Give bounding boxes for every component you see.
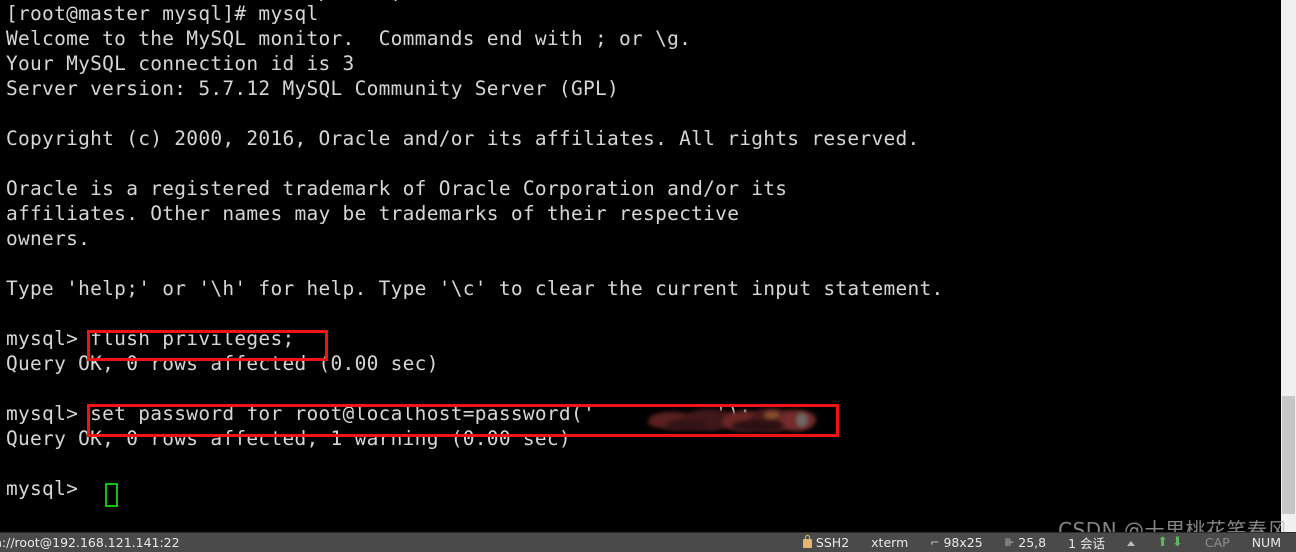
status-num-cell: NUM — [1241, 533, 1292, 552]
terminal-line-query-ok-2: Query OK, 0 rows affected, 1 warning (0.… — [6, 427, 571, 450]
terminal-line-flush-privileges: mysql> flush privileges; — [6, 327, 295, 350]
terminal-line-set-password: mysql> set password for root@localhost=p… — [6, 402, 752, 425]
upload-arrow-icon: ⬆ — [1157, 535, 1168, 550]
resize-icon: ⌐ — [930, 536, 940, 549]
cursor-position-icon: ⊪ — [1004, 536, 1015, 549]
terminal-scrollbar[interactable] — [1281, 0, 1296, 533]
status-bar: h://root@192.168.121.141:22 SSH2 xterm ⌐… — [0, 532, 1296, 552]
status-terminal-type-cell[interactable]: xterm — [860, 533, 919, 552]
scrollbar-thumb[interactable] — [1282, 396, 1295, 514]
terminal-line-prompt-mysql: [root@master mysql]# mysql — [6, 2, 319, 25]
status-size-label: 98x25 — [943, 535, 983, 550]
status-protocol-label: SSH2 — [815, 535, 850, 550]
terminal-line-query-ok-1: Query OK, 0 rows affected (0.00 sec) — [6, 352, 439, 375]
terminal-line-server-version: Server version: 5.7.12 MySQL Community S… — [6, 77, 620, 100]
status-size-cell: ⌐ 98x25 — [919, 533, 993, 552]
terminal-line-trademark-2: affiliates. Other names may be trademark… — [6, 202, 740, 225]
status-num-label: NUM — [1251, 535, 1281, 550]
terminal-line-blank-5 — [6, 376, 1281, 401]
terminal-line-trademark-3: owners. — [6, 227, 91, 250]
status-sessions-label: 1 会话 — [1068, 536, 1106, 551]
status-transfer-cell: ⬆ ⬇ — [1146, 533, 1194, 552]
terminal-output-area[interactable]: Hint: Some lines were ellipsized, use -l… — [0, 0, 1281, 533]
caret-up-icon — [1127, 540, 1136, 546]
securecrt-window: Hint: Some lines were ellipsized, use -l… — [0, 0, 1296, 552]
lock-icon — [802, 535, 812, 548]
status-connection-url: h://root@192.168.121.141:22 — [0, 535, 180, 550]
terminal-cursor — [105, 483, 118, 507]
terminal-line-copyright: Copyright (c) 2000, 2016, Oracle and/or … — [6, 127, 920, 150]
terminal-line-blank-6 — [6, 451, 1281, 476]
terminal-line-connection-id: Your MySQL connection id is 3 — [6, 52, 355, 75]
terminal-line-blank-4 — [6, 301, 1281, 326]
status-cap-label: CAP — [1204, 535, 1230, 550]
terminal-line-current-prompt: mysql> — [6, 477, 91, 500]
status-bar-right-group: SSH2 xterm ⌐ 98x25 ⊪ 25,8 1 会话 ⬆ ⬇ CAP N… — [792, 533, 1292, 552]
terminal-lines: Hint: Some lines were ellipsized, use -l… — [6, 0, 1281, 501]
status-expand-cell[interactable] — [1116, 533, 1146, 552]
download-arrow-icon: ⬇ — [1171, 535, 1183, 550]
terminal-line-welcome: Welcome to the MySQL monitor. Commands e… — [6, 27, 692, 50]
terminal-line-help-hint: Type 'help;' or '\h' for help. Type '\c'… — [6, 277, 944, 300]
terminal-line-blank-3 — [6, 251, 1281, 276]
status-cursor-position-cell: ⊪ 25,8 — [994, 533, 1057, 552]
status-cap-cell: CAP — [1194, 533, 1241, 552]
status-sessions-cell[interactable]: 1 会话 — [1057, 533, 1116, 552]
status-terminal-type-label: xterm — [871, 535, 909, 550]
terminal-line-blank-1 — [6, 101, 1281, 126]
status-cursor-position-label: 25,8 — [1018, 535, 1047, 550]
terminal-line-trademark-1: Oracle is a registered trademark of Orac… — [6, 177, 788, 200]
terminal-line-blank-2 — [6, 151, 1281, 176]
status-protocol-cell[interactable]: SSH2 — [792, 533, 860, 552]
